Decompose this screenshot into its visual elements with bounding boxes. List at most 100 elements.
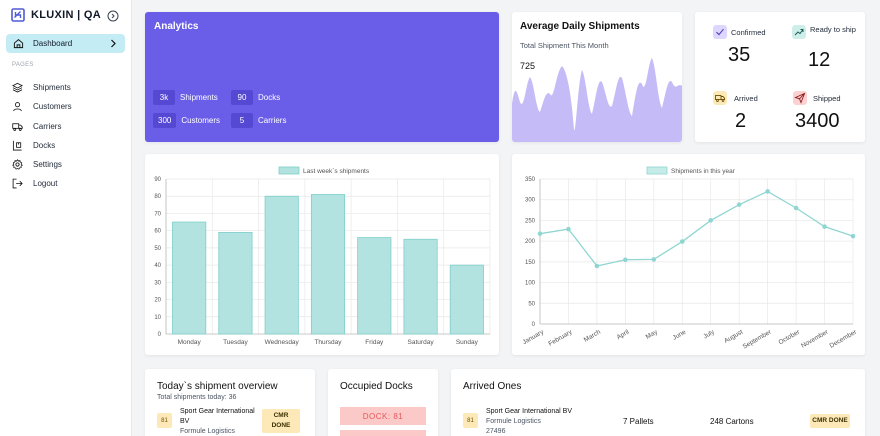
- company-name[interactable]: Sport Gear International BV: [180, 407, 255, 427]
- series-line: [539, 190, 854, 267]
- analytics-card: Analytics 3k Shipments 90 Docks 300 Cust…: [145, 12, 499, 142]
- docks-title: Occupied Docks: [340, 381, 413, 392]
- cmr-line1: CMR: [273, 412, 289, 419]
- y-tick-label: 40: [154, 263, 161, 269]
- x-tick-label: January: [521, 328, 545, 346]
- x-tick-label: September: [742, 328, 774, 350]
- sidebar-item-label: Dashboard: [33, 39, 73, 48]
- y-tick-label: 200: [525, 239, 536, 245]
- bar: [218, 231, 253, 335]
- occupied-docks-card: Occupied Docks DOCK: 81: [328, 369, 438, 436]
- y-tick-label: 300: [525, 198, 536, 204]
- y-tick-label: 350: [525, 177, 536, 183]
- stat-shipments: 3k Shipments: [153, 90, 218, 105]
- avg-daily-subtitle: Total Shipment This Month: [520, 41, 609, 50]
- shipped-value: 3400: [795, 110, 840, 132]
- x-tick-label: June: [672, 328, 688, 341]
- yearly-shipments-chart: Shipments in this year 0 50 100 150 200 250 300…: [521, 166, 859, 351]
- layers-icon: [12, 82, 23, 92]
- logout-icon: [12, 178, 23, 188]
- data-point: [765, 189, 770, 194]
- y-tick-label: 150: [525, 260, 536, 266]
- dock-number-badge: 81: [157, 413, 172, 428]
- data-point: [623, 257, 628, 263]
- y-tick-label: 90: [154, 177, 161, 183]
- stat-label: Customers: [181, 116, 221, 125]
- x-tick-label: Tuesday: [223, 339, 248, 346]
- collapse-sidebar-icon[interactable]: [107, 10, 119, 22]
- sidebar-item-settings[interactable]: Settings: [12, 158, 62, 170]
- data-point: [594, 263, 600, 269]
- dock-number-badge: 81: [463, 413, 478, 428]
- weekly-shipments-chart: Last week`s shipments 0 10 20 30 40 50 60 70 80 90…: [154, 166, 491, 346]
- section-label-pages: PAGES: [12, 62, 34, 68]
- dock-chip[interactable]: DOCK: 81: [340, 407, 426, 425]
- y-tick-label: 70: [154, 211, 161, 217]
- x-tick-label: July: [702, 328, 716, 340]
- y-tick-label: 0: [532, 322, 536, 328]
- shipped-label: Shipped: [813, 94, 841, 103]
- logo-icon: [11, 8, 25, 22]
- arrived-ones-title: Arrived Ones: [463, 381, 522, 392]
- shipment-id: 27496: [486, 428, 506, 435]
- status-card: Confirmed 35 Ready to ship 12 Arrived 2 …: [695, 12, 865, 142]
- dock-chip-partial[interactable]: [340, 430, 426, 436]
- bar: [357, 237, 392, 335]
- ready-value: 12: [808, 49, 831, 71]
- x-tick-label: Wednesday: [265, 339, 300, 346]
- cmr-status-badge: CMR DONE: [810, 414, 850, 428]
- data-point: [793, 205, 799, 211]
- sidebar-item-dashboard[interactable]: Dashboard: [6, 34, 125, 53]
- y-tick-label: 50: [528, 301, 535, 307]
- y-tick-label: 50: [154, 246, 161, 252]
- carrier-name: Formule Logistics: [180, 428, 235, 435]
- company-name[interactable]: Sport Gear International BV: [486, 407, 572, 417]
- company-name-line1: Sport Gear International: [180, 408, 255, 415]
- truck-icon: [12, 122, 23, 131]
- yearly-shipments-chart-card: Shipments in this year 0 50 100 150 200 250 300…: [512, 154, 865, 355]
- sidebar-item-label: Logout: [33, 178, 58, 188]
- stat-value: 3k: [153, 90, 175, 105]
- home-icon: [13, 39, 24, 49]
- y-tick-label: 60: [154, 229, 161, 235]
- x-tick-label: December: [829, 328, 859, 349]
- stat-value: 90: [231, 90, 253, 105]
- sidebar-item-docks[interactable]: Docks: [12, 139, 55, 151]
- ready-label: Ready to ship: [810, 25, 856, 34]
- user-icon: [13, 101, 22, 111]
- y-tick-label: 0: [158, 332, 162, 338]
- today-overview-card: Today`s shipment overview Total shipment…: [145, 369, 315, 436]
- sidebar-item-label: Settings: [33, 159, 62, 169]
- stat-label: Carriers: [258, 116, 287, 125]
- bar: [449, 264, 484, 335]
- sidebar-item-shipments[interactable]: Shipments: [12, 81, 71, 93]
- y-tick-label: 100: [525, 281, 536, 287]
- sidebar-item-customers[interactable]: Customers: [12, 100, 72, 112]
- sidebar-item-label: Docks: [33, 140, 56, 150]
- data-point: [566, 226, 571, 232]
- y-tick-label: 80: [154, 194, 161, 200]
- cmr-status-badge: CMR DONE: [262, 409, 300, 433]
- trending-up-icon: [792, 25, 806, 39]
- confirmed-label: Confirmed: [731, 28, 766, 37]
- sidebar-item-label: Shipments: [33, 82, 71, 92]
- y-tick-label: 10: [154, 315, 161, 321]
- carrier-name: Formule Logistics: [486, 418, 541, 425]
- stat-label: Shipments: [180, 93, 218, 102]
- carton-count: 248 Cartons: [710, 417, 754, 426]
- check-icon: [713, 25, 727, 39]
- sidebar-item-carriers[interactable]: Carriers: [12, 120, 61, 132]
- x-tick-label: November: [800, 328, 830, 349]
- stat-label: Docks: [258, 93, 281, 102]
- today-subtitle: Total shipments today: 36: [157, 394, 237, 401]
- legend-label: Shipments in this year: [671, 168, 736, 175]
- truck-icon: [713, 91, 727, 105]
- bar: [172, 221, 207, 335]
- bar: [264, 195, 299, 335]
- sidebar-item-logout[interactable]: Logout: [12, 177, 57, 189]
- stat-value: 300: [153, 113, 177, 128]
- x-tick-label: March: [583, 328, 602, 343]
- brand[interactable]: KLUXIN | QA: [11, 8, 101, 22]
- chevron-right-icon: [111, 39, 116, 48]
- today-title: Today`s shipment overview: [157, 381, 278, 392]
